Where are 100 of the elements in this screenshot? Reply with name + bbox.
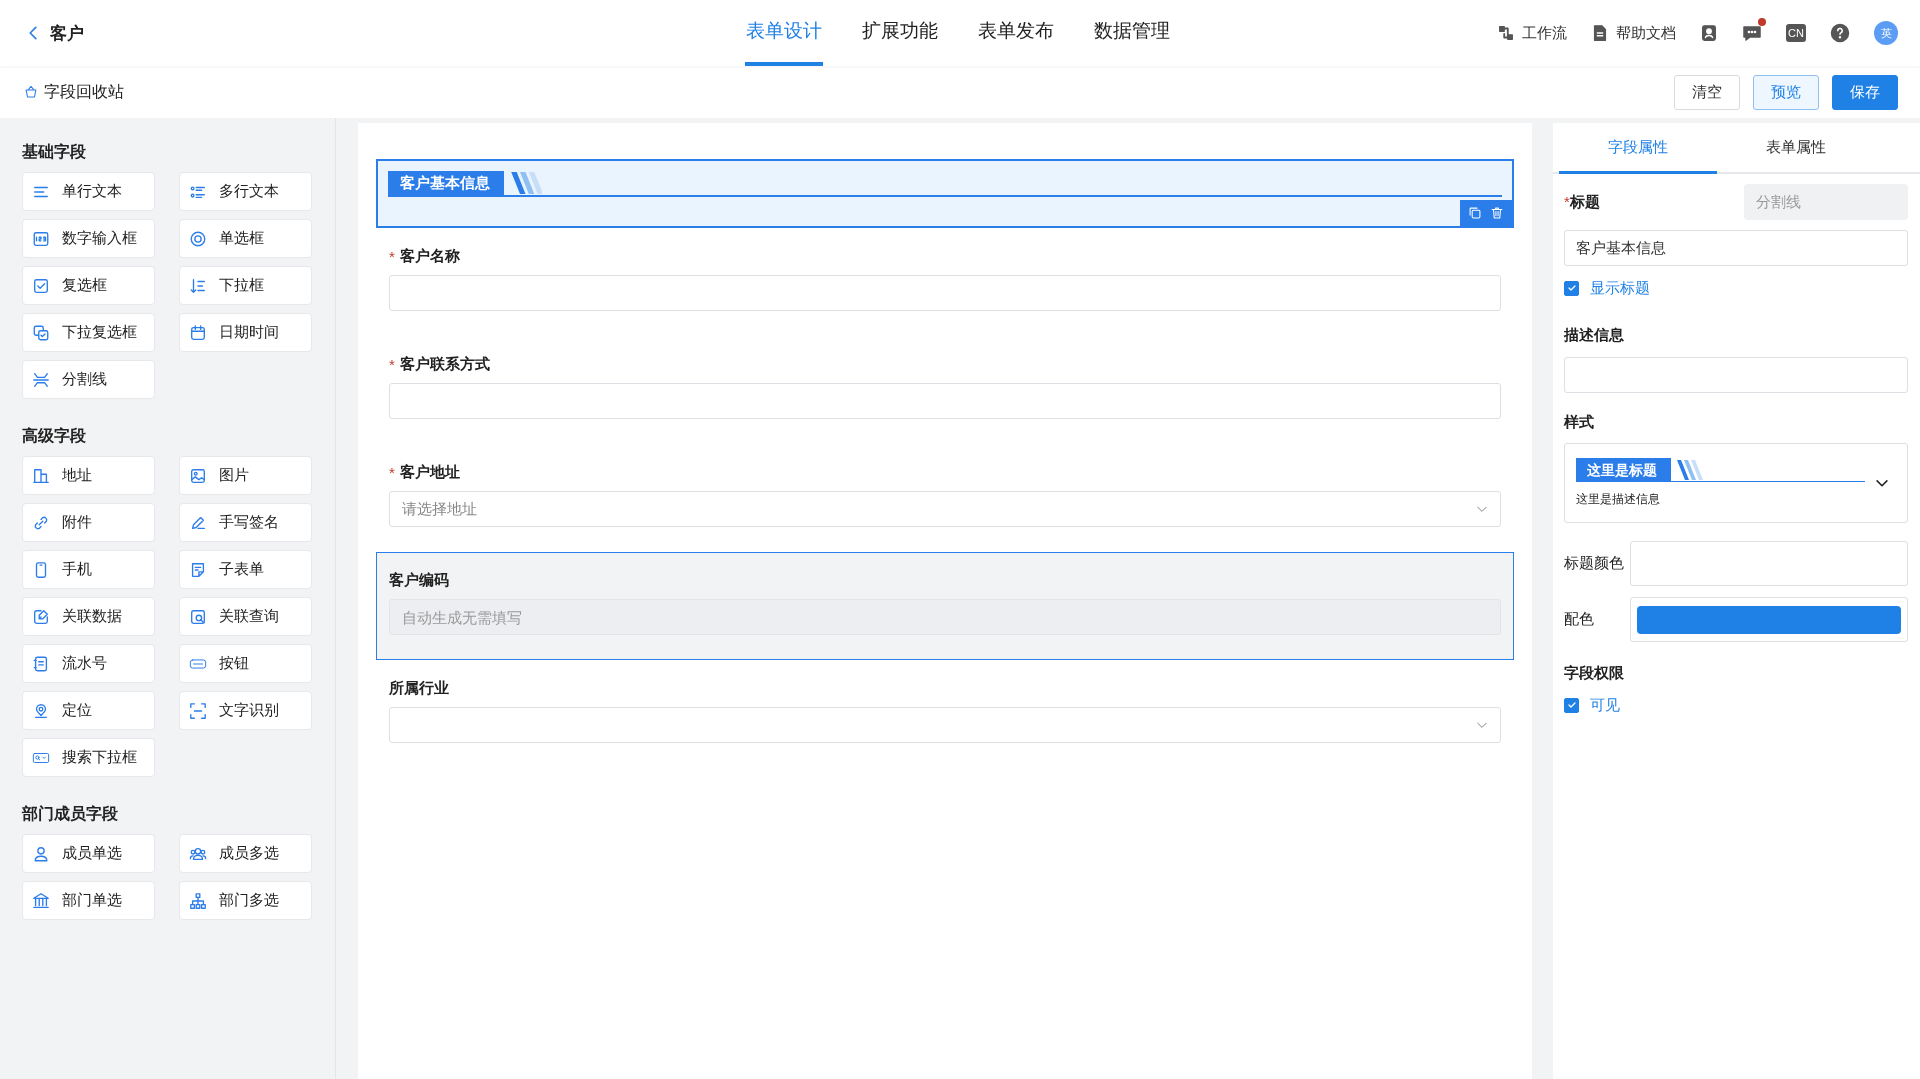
nav-tab[interactable]: 扩展功能 [861,0,939,66]
property-label: 标题 [1569,192,1600,212]
field-block[interactable]: 所属行业 [376,660,1514,768]
field-type-item[interactable]: 分割线 [22,360,155,399]
section-header-block[interactable]: 客户基本信息 [376,159,1514,228]
section-heading: 部门成员字段 [22,804,119,824]
field-type-item[interactable]: 单选框 [179,219,312,258]
basket-icon [24,85,38,99]
field-type-item[interactable]: 部门单选 [22,881,155,920]
page-title: 客户 [50,22,84,45]
nav-tab[interactable]: 表单发布 [977,0,1055,66]
checkbox-label[interactable]: 显示标题 [1590,278,1650,298]
message-icon [1742,23,1763,43]
person-icon [32,844,50,863]
action-button[interactable]: 清空 [1674,74,1740,110]
select-field[interactable] [389,707,1501,743]
action-button[interactable]: 预览 [1753,74,1819,110]
divider-icon [32,370,50,389]
scan-frame-icon [189,701,207,720]
section-heading: 基础字段 [22,142,87,162]
panel-tab[interactable]: 表单属性 [1717,123,1875,174]
checkbox[interactable] [1564,280,1579,296]
style-select[interactable]: 这里是标题 这里是描述信息 [1564,443,1908,523]
field-type-item[interactable]: 成员多选 [179,834,312,873]
field-label: 客户联系方式 [399,354,490,374]
field-block[interactable]: * 客户名称 [376,228,1514,336]
copy-icon [1468,206,1482,220]
field-type-item[interactable]: 单行文本 [22,172,155,211]
check-icon [1566,700,1577,710]
checkbox-label[interactable]: 可见 [1590,695,1620,715]
property-label: 样式 [1564,413,1595,432]
field-type-item[interactable]: 数字输入框 [22,219,155,258]
select-field[interactable]: 请选择地址 [389,491,1501,527]
help-icon [1830,23,1850,43]
image-icon [189,466,207,485]
panel-tab[interactable]: 字段属性 [1559,123,1717,174]
org-chart-icon [189,891,207,910]
delete-icon [1490,206,1504,220]
language-button[interactable]: CN [1786,24,1806,42]
color-swatch[interactable] [1637,605,1901,634]
action-button[interactable]: 保存 [1832,74,1898,110]
checkbox[interactable] [1564,697,1579,713]
field-type-item[interactable]: 部门多选 [179,881,312,920]
property-label: 标题颜色 [1564,554,1625,573]
radio-icon [189,229,207,248]
field-label: 所属行业 [389,678,449,698]
field-block[interactable]: * 客户地址 请选择地址 [376,444,1514,552]
calendar-icon [189,323,207,342]
field-label: 客户地址 [399,462,460,482]
field-label: 客户编码 [389,570,449,590]
field-type-badge: 分割线 [1744,184,1908,220]
text-field[interactable] [389,275,1501,311]
bank-building-icon [32,891,50,910]
checkbox-icon [32,276,50,295]
section-heading: 高级字段 [22,426,87,446]
field-block[interactable]: * 客户联系方式 [376,336,1514,444]
field-type-item[interactable]: 手写签名 [179,503,312,542]
section-title: 客户基本信息 [388,171,504,195]
field-type-item[interactable]: 关联数据 [22,597,155,636]
serial-number-icon [32,654,50,673]
field-type-item[interactable]: 日期时间 [179,313,312,352]
nav-tab[interactable]: 数据管理 [1093,0,1171,66]
check-icon [1566,283,1577,293]
field-type-item[interactable]: 下拉复选框 [22,313,155,352]
contacts-icon [1700,24,1719,42]
field-type-item[interactable]: 子表单 [179,550,312,589]
color-field[interactable] [1630,541,1908,586]
field-type-item[interactable]: 下拉框 [179,266,312,305]
field-type-item[interactable]: 定位 [22,691,155,730]
field-type-item[interactable]: 多行文本 [179,172,312,211]
property-label: 描述信息 [1564,326,1625,345]
description-input[interactable] [1564,357,1908,393]
field-type-item[interactable]: 关联查询 [179,597,312,636]
field-label: 客户名称 [399,246,460,266]
field-type-item[interactable]: 复选框 [22,266,155,305]
field-type-item[interactable]: 地址 [22,456,155,495]
number-box-icon [32,229,50,248]
required-mark: * [389,355,395,373]
field-type-item[interactable]: 文字识别 [179,691,312,730]
linked-data-icon [32,607,50,626]
property-label: 配色 [1564,610,1595,629]
toolbar-link[interactable]: 工作流 [1497,23,1568,43]
title-input[interactable]: 客户基本信息 [1564,230,1908,266]
field-type-item[interactable]: 搜索下拉框 [22,738,155,777]
search-document-icon [189,607,207,626]
sort-list-icon [189,276,207,295]
building-icon [32,466,50,485]
field-type-item[interactable]: 附件 [22,503,155,542]
required-mark: * [389,247,395,265]
stacked-checkbox-icon [32,323,50,342]
field-type-item[interactable]: 图片 [179,456,312,495]
recycle-bin-link[interactable]: 字段回收站 [0,81,124,103]
field-type-item[interactable]: 流水号 [22,644,155,683]
field-type-item[interactable]: 按钮 [179,644,312,683]
property-label: 字段权限 [1564,664,1625,683]
required-mark: * [389,463,395,481]
toolbar-link[interactable]: 帮助文档 [1591,23,1677,43]
field-type-item[interactable]: 手机 [22,550,155,589]
field-type-item[interactable]: 成员单选 [22,834,155,873]
text-field[interactable] [389,383,1501,419]
